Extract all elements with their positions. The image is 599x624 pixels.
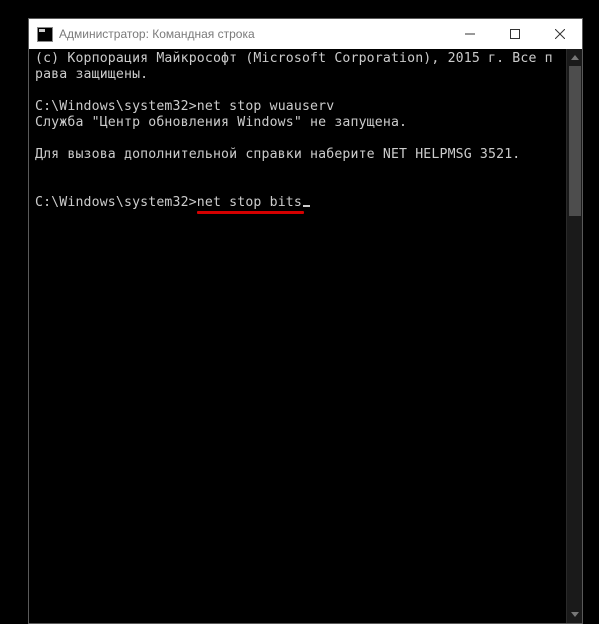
window-title: Администратор: Командная строка	[59, 27, 447, 41]
prompt-path: C:\Windows\system32>	[35, 99, 197, 114]
screenshot-background: Администратор: Командная строка (c) Корп…	[0, 0, 599, 624]
response-text: Служба "Центр обновления Windows" не зап…	[35, 115, 407, 130]
window-titlebar[interactable]: Администратор: Командная строка	[29, 19, 582, 49]
help-text: Для вызова дополнительной справки набери…	[35, 147, 520, 162]
command-text: net stop bits	[197, 195, 302, 210]
close-button[interactable]	[537, 19, 582, 49]
minimize-button[interactable]	[447, 19, 492, 49]
scroll-up-arrow-icon[interactable]	[567, 49, 583, 66]
maximize-button[interactable]	[492, 19, 537, 49]
command-text: net stop wuauserv	[197, 99, 335, 114]
copyright-text: (c) Корпорация Майкрософт (Microsoft Cor…	[35, 51, 553, 82]
command-prompt-window: Администратор: Командная строка (c) Корп…	[28, 18, 583, 624]
console-output[interactable]: (c) Корпорация Майкрософт (Microsoft Cor…	[29, 49, 566, 623]
cmd-icon	[37, 27, 53, 42]
vertical-scrollbar[interactable]	[566, 49, 582, 623]
annotation-underline	[197, 211, 304, 214]
console-area[interactable]: (c) Корпорация Майкрософт (Microsoft Cor…	[29, 49, 582, 623]
scroll-down-arrow-icon[interactable]	[567, 606, 583, 623]
scrollbar-thumb[interactable]	[569, 66, 581, 216]
text-cursor	[303, 205, 310, 207]
prompt-path: C:\Windows\system32>	[35, 195, 197, 210]
window-controls	[447, 19, 582, 49]
